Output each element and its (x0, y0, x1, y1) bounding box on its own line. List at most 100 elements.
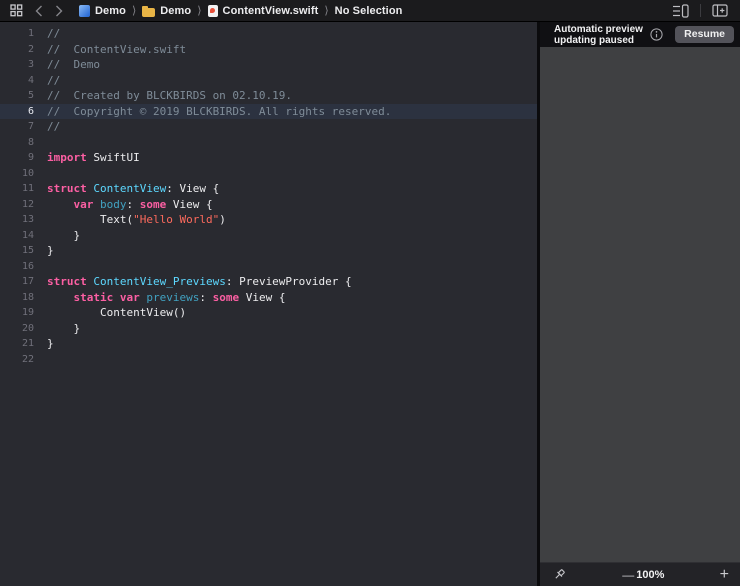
jump-bar: Demo ⟩ Demo ⟩ ContentView.swift ⟩ No Selection (0, 0, 740, 22)
preview-status-line2: updating paused (554, 35, 643, 46)
line-number[interactable]: 16 (0, 261, 34, 272)
line-number[interactable]: 3 (0, 59, 34, 70)
line-number[interactable]: 15 (0, 245, 34, 256)
line-number[interactable]: 17 (0, 276, 34, 287)
line-number[interactable]: 11 (0, 183, 34, 194)
line-number[interactable]: 20 (0, 323, 34, 334)
code-line[interactable]: 22 (0, 352, 537, 368)
code-line[interactable]: 5// Created by BLCKBIRDS on 02.10.19. (0, 88, 537, 104)
preview-status: Automatic preview updating paused (554, 24, 643, 46)
code-text: Text("Hello World") (34, 212, 226, 228)
code-line[interactable]: 19 ContentView() (0, 305, 537, 321)
line-number[interactable]: 5 (0, 90, 34, 101)
zoom-out-button[interactable]: — (622, 568, 633, 582)
code-line[interactable]: 4// (0, 73, 537, 89)
breadcrumb-label: Demo (160, 5, 191, 17)
breadcrumb-item[interactable]: No Selection (335, 5, 403, 17)
related-items-icon[interactable] (10, 4, 23, 17)
add-editor-icon[interactable] (712, 4, 728, 17)
code-line[interactable]: 13 Text("Hello World") (0, 212, 537, 228)
breadcrumb-label: Demo (95, 5, 126, 17)
line-number[interactable]: 19 (0, 307, 34, 318)
resume-button[interactable]: Resume (675, 26, 734, 43)
breadcrumb-label: No Selection (335, 5, 403, 17)
line-number[interactable]: 22 (0, 354, 34, 365)
code-line[interactable]: 10 (0, 166, 537, 182)
breadcrumb-item[interactable]: Demo (142, 5, 191, 17)
preview-header: Automatic preview updating paused Resume (540, 22, 740, 47)
code-text: import SwiftUI (34, 150, 140, 166)
code-line[interactable]: 21} (0, 336, 537, 352)
code-line[interactable]: 7// (0, 119, 537, 135)
code-line[interactable]: 12 var body: some View { (0, 197, 537, 213)
code-text: // (34, 73, 60, 89)
zoom-in-button[interactable]: + (720, 568, 729, 582)
code-text: // (34, 119, 60, 135)
code-line[interactable]: 20 } (0, 321, 537, 337)
forward-chevron-icon[interactable] (55, 5, 63, 17)
code-line[interactable]: 9import SwiftUI (0, 150, 537, 166)
preview-panel: Automatic preview updating paused Resume… (540, 22, 740, 586)
swift-file-icon (208, 5, 218, 17)
preview-status-line1: Automatic preview (554, 24, 643, 35)
code-text: } (34, 243, 54, 259)
line-number[interactable]: 13 (0, 214, 34, 225)
preview-bottom-bar: — 100% + (540, 562, 740, 586)
code-text: var body: some View { (34, 197, 213, 213)
code-text: struct ContentView_Previews: PreviewProv… (34, 274, 352, 290)
code-line[interactable]: 2// ContentView.swift (0, 42, 537, 58)
breadcrumb-separator-icon: ⟩ (324, 4, 328, 17)
code-text: static var previews: some View { (34, 290, 285, 306)
code-line[interactable]: 14 } (0, 228, 537, 244)
line-number[interactable]: 1 (0, 28, 34, 39)
line-number[interactable]: 12 (0, 199, 34, 210)
line-number[interactable]: 7 (0, 121, 34, 132)
code-text: // (34, 26, 60, 42)
code-text: // Created by BLCKBIRDS on 02.10.19. (34, 88, 292, 104)
code-text: // ContentView.swift (34, 42, 186, 58)
line-number[interactable]: 18 (0, 292, 34, 303)
toolbar-divider (700, 4, 701, 17)
code-line[interactable]: 1// (0, 26, 537, 42)
code-text: // Demo (34, 57, 100, 73)
breadcrumb-label: ContentView.swift (223, 5, 319, 17)
breadcrumb-item[interactable]: Demo (79, 5, 126, 17)
code-text: // Copyright © 2019 BLCKBIRDS. All right… (34, 104, 391, 120)
code-line[interactable]: 3// Demo (0, 57, 537, 73)
code-editor[interactable]: 1//2// ContentView.swift3// Demo4//5// C… (0, 22, 537, 586)
line-number[interactable]: 4 (0, 75, 34, 86)
project-file-icon (79, 5, 90, 17)
code-line[interactable]: 11struct ContentView: View { (0, 181, 537, 197)
breadcrumb: Demo ⟩ Demo ⟩ ContentView.swift ⟩ No Selection (79, 4, 402, 17)
code-area: 1//2// ContentView.swift3// Demo4//5// C… (0, 22, 537, 367)
line-number[interactable]: 21 (0, 338, 34, 349)
info-icon[interactable] (650, 28, 663, 41)
code-text: } (34, 336, 54, 352)
code-line[interactable]: 15} (0, 243, 537, 259)
line-number[interactable]: 6 (0, 106, 34, 117)
preview-canvas (540, 47, 740, 562)
code-line[interactable]: 17struct ContentView_Previews: PreviewPr… (0, 274, 537, 290)
code-text: struct ContentView: View { (34, 181, 219, 197)
xcode-window: Demo ⟩ Demo ⟩ ContentView.swift ⟩ No Selection… (0, 0, 740, 586)
main-split: 1//2// ContentView.swift3// Demo4//5// C… (0, 22, 740, 586)
line-number[interactable]: 14 (0, 230, 34, 241)
folder-icon (142, 8, 155, 17)
line-number[interactable]: 9 (0, 152, 34, 163)
code-text: } (34, 321, 80, 337)
pin-preview-icon[interactable] (551, 567, 567, 583)
zoom-level[interactable]: 100% (636, 569, 664, 581)
back-chevron-icon[interactable] (35, 5, 43, 17)
editor-options-icon[interactable] (672, 4, 689, 18)
code-line[interactable]: 6// Copyright © 2019 BLCKBIRDS. All righ… (0, 104, 537, 120)
code-line[interactable]: 18 static var previews: some View { (0, 290, 537, 306)
line-number[interactable]: 10 (0, 168, 34, 179)
code-text: ContentView() (34, 305, 186, 321)
breadcrumb-separator-icon: ⟩ (132, 4, 136, 17)
breadcrumb-separator-icon: ⟩ (197, 4, 201, 17)
line-number[interactable]: 2 (0, 44, 34, 55)
code-line[interactable]: 8 (0, 135, 537, 151)
breadcrumb-item[interactable]: ContentView.swift (208, 5, 319, 17)
line-number[interactable]: 8 (0, 137, 34, 148)
code-line[interactable]: 16 (0, 259, 537, 275)
